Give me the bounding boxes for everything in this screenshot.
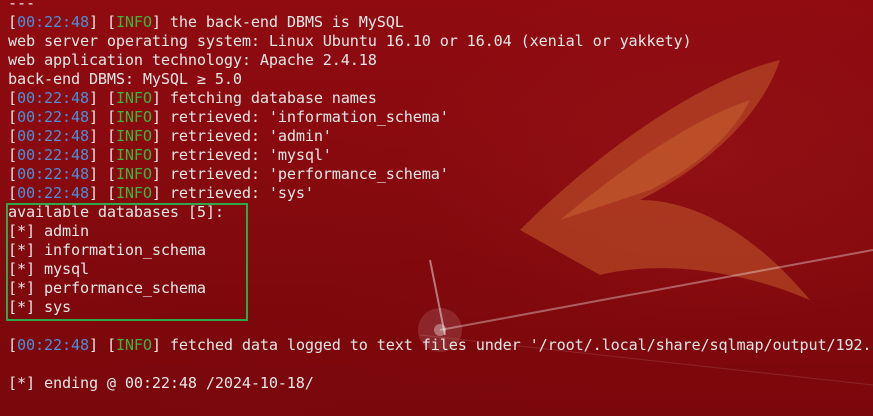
log-message: retrieved: 'performance_schema' [160,165,449,183]
bracket: ] [ [88,165,116,183]
log-level: INFO [115,184,152,202]
bracket: [ [8,184,17,202]
log-message: retrieved: 'information_schema' [160,108,449,126]
terminal-line: back-end DBMS: MySQL ≥ 5.0 [8,70,242,88]
terminal-line: [00:22:48] [INFO] retrieved: 'informatio… [8,108,449,127]
bracket: ] [151,146,161,164]
terminal-line: [*] ending @ 00:22:48 /2024-10-18/ [8,374,314,392]
log-message: the back-end DBMS is MySQL [160,13,404,31]
bracket: ] [ [88,108,116,126]
log-timestamp: 00:22:48 [17,165,89,183]
terminal-line: [00:22:48] [INFO] fetched data logged to… [8,336,872,355]
bracket: [ [8,108,17,126]
log-level: INFO [115,89,152,107]
bracket: ] [ [88,89,116,107]
log-message: fetched data logged to text files under … [160,336,872,354]
bracket: ] [151,89,161,107]
log-level: INFO [115,127,152,145]
bracket: ] [ [88,336,116,354]
terminal-line: [00:22:48] [INFO] fetching database name… [8,89,377,108]
log-level: INFO [115,108,152,126]
bracket: ] [151,184,161,202]
log-timestamp: 00:22:48 [17,336,89,354]
terminal-top-fragment: --- [8,0,35,12]
bracket: [ [8,165,17,183]
log-message: retrieved: 'admin' [160,127,332,145]
bracket: ] [151,13,161,31]
bracket: [ [8,89,17,107]
log-message: retrieved: 'mysql' [160,146,332,164]
bracket: [ [8,127,17,145]
bracket: ] [ [88,184,116,202]
log-timestamp: 00:22:48 [17,108,89,126]
bracket: ] [ [88,146,116,164]
bracket: ] [151,127,161,145]
bracket: ] [151,336,161,354]
bracket: ] [ [88,127,116,145]
bracket: ] [ [88,13,116,31]
terminal-line: [00:22:48] [INFO] retrieved: 'mysql' [8,146,332,165]
bracket: [ [8,146,17,164]
log-level: INFO [115,165,152,183]
bracket: ] [151,165,161,183]
log-timestamp: 00:22:48 [17,13,89,31]
terminal-line: [00:22:48] [INFO] retrieved: 'performanc… [8,165,449,184]
terminal-line: [00:22:48] [INFO] retrieved: 'admin' [8,127,332,146]
bracket: [ [8,13,17,31]
log-timestamp: 00:22:48 [17,127,89,145]
bracket: [ [8,336,17,354]
log-timestamp: 00:22:48 [17,146,89,164]
log-timestamp: 00:22:48 [17,184,89,202]
terminal-line: web application technology: Apache 2.4.1… [8,51,377,69]
log-timestamp: 00:22:48 [17,89,89,107]
available-databases-highlight [6,203,248,321]
log-level: INFO [115,13,152,31]
log-level: INFO [115,146,152,164]
log-level: INFO [115,336,152,354]
terminal-line: [00:22:48] [INFO] the back-end DBMS is M… [8,13,404,32]
log-message: fetching database names [160,89,377,107]
terminal-line: [00:22:48] [INFO] retrieved: 'sys' [8,184,314,203]
log-message: retrieved: 'sys' [160,184,314,202]
terminal-line: web server operating system: Linux Ubunt… [8,32,692,50]
bracket: ] [151,108,161,126]
